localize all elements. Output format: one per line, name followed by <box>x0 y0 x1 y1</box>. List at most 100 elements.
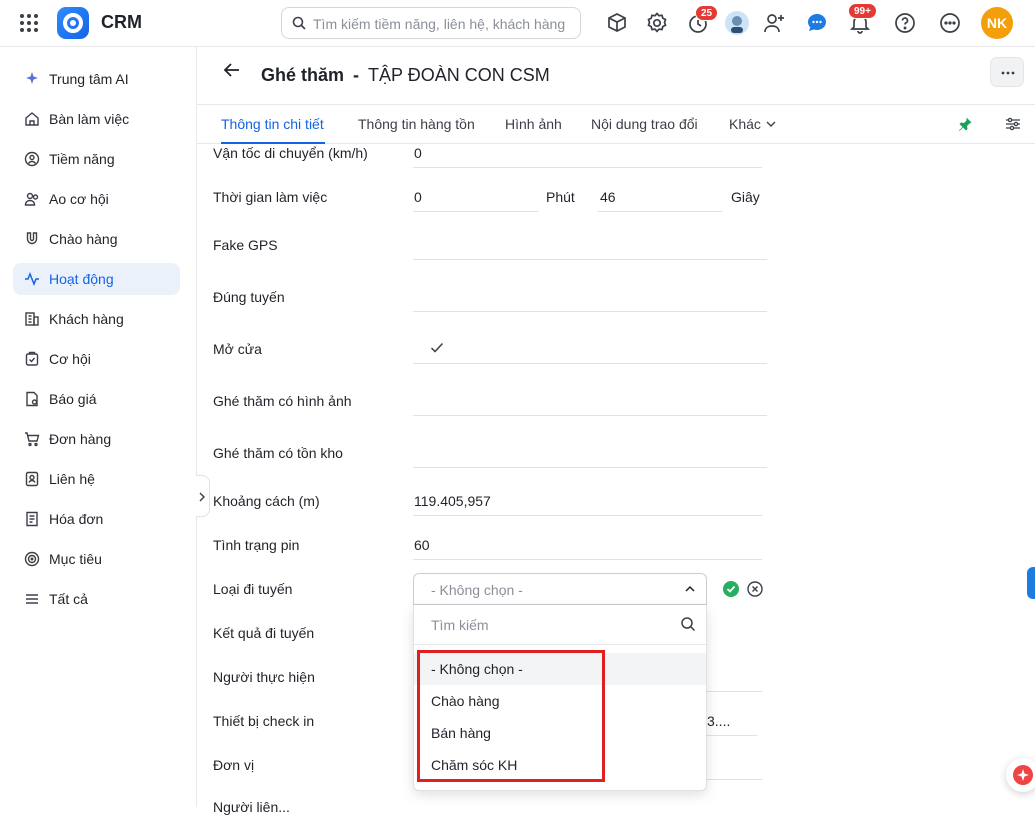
sidebar-item-offers[interactable]: Chào hàng <box>13 223 180 255</box>
sparkle-icon <box>1013 765 1033 785</box>
user-avatar[interactable]: NK <box>981 7 1013 39</box>
seconds-unit-label: Giây <box>731 189 760 205</box>
field-value-worktime-seconds[interactable]: 46 <box>600 189 616 205</box>
magnet-icon <box>26 232 38 245</box>
field-label-fake-gps: Fake GPS <box>213 237 278 253</box>
page-title-prefix: Ghé thăm <box>261 65 345 85</box>
search-icon <box>681 617 696 632</box>
field-value-distance[interactable]: 119.405,957 <box>414 493 491 509</box>
sidebar-item-ai-center[interactable]: Trung tâm AI <box>13 63 180 95</box>
field-value-worktime-minutes[interactable]: 0 <box>414 189 422 205</box>
field-label-battery: Tình trạng pin <box>213 537 300 553</box>
invoice-icon <box>26 511 38 527</box>
sidebar-collapse-handle[interactable] <box>196 475 210 517</box>
activity-icon <box>25 271 39 287</box>
field-label-performer: Người thực hiện <box>213 669 315 685</box>
tab-images[interactable]: Hình ảnh <box>505 116 562 132</box>
sidebar-item-label: Tiềm năng <box>49 151 115 167</box>
page-title-name: TẬP ĐOÀN CON CSM <box>368 65 550 85</box>
opportunity-icon <box>25 351 39 366</box>
pin-icon[interactable] <box>957 116 973 132</box>
more-options-icon[interactable] <box>938 11 962 35</box>
search-icon <box>292 16 306 30</box>
field-underline <box>413 363 767 364</box>
field-label-distance: Khoảng cách (m) <box>213 493 320 509</box>
timer-badge: 25 <box>695 5 719 21</box>
tab-details[interactable]: Thông tin chi tiết <box>221 116 324 132</box>
chevron-up-icon <box>685 585 695 592</box>
sidebar-item-all[interactable]: Tất cả <box>13 583 180 615</box>
side-panel-handle[interactable] <box>1027 567 1035 599</box>
building-icon <box>25 312 39 326</box>
route-type-selected: - Không chọn - <box>431 582 523 598</box>
field-label-partial: Người liên... <box>213 799 290 815</box>
field-value-battery[interactable]: 60 <box>414 537 430 553</box>
field-label-visit-image: Ghé thăm có hình ảnh <box>213 393 352 409</box>
dropdown-search-placeholder: Tìm kiếm <box>431 617 489 633</box>
add-user-icon[interactable] <box>762 11 786 35</box>
gear-icon[interactable] <box>645 11 669 35</box>
assistant-fab[interactable] <box>1006 758 1035 792</box>
sidebar-item-quotes[interactable]: Báo giá <box>13 383 180 415</box>
field-value-speed[interactable]: 0 <box>414 145 422 161</box>
sidebar-item-activities[interactable]: Hoạt động <box>13 263 180 295</box>
tab-other-label: Khác <box>729 116 761 132</box>
minutes-unit-label: Phút <box>546 189 575 205</box>
page-title: Ghé thăm - TẬP ĐOÀN CON CSM <box>261 65 550 86</box>
sidebar-item-workspace[interactable]: Bàn làm việc <box>13 103 180 135</box>
field-label-visit-stock: Ghé thăm có tồn kho <box>213 445 343 461</box>
cart-icon <box>25 432 40 447</box>
group-icon <box>24 192 39 206</box>
tab-inventory[interactable]: Thông tin hàng tồn <box>358 116 475 132</box>
ellipsis-icon <box>1001 71 1015 75</box>
chat-icon[interactable] <box>805 11 829 35</box>
sidebar-item-label: Đơn hàng <box>49 431 112 447</box>
search-input[interactable]: Tìm kiếm tiềm năng, liên hệ, khách hàng <box>281 7 581 39</box>
sidebar-item-contacts[interactable]: Liên hệ <box>13 463 180 495</box>
target-icon <box>24 551 40 567</box>
sidebar-item-label: Bàn làm việc <box>49 111 130 127</box>
field-label-speed: Vận tốc di chuyển (km/h) <box>213 145 368 161</box>
header-more-button[interactable] <box>990 57 1024 87</box>
bot-avatar-icon[interactable] <box>725 11 749 35</box>
prospect-icon <box>24 151 40 167</box>
sidebar-item-prospects[interactable]: Tiềm năng <box>13 143 180 175</box>
settings-sliders-icon[interactable] <box>1005 116 1021 132</box>
field-underline <box>413 467 767 468</box>
sidebar-item-invoices[interactable]: Hóa đơn <box>13 503 180 535</box>
box-search-icon[interactable] <box>605 11 629 35</box>
search-placeholder: Tìm kiếm tiềm năng, liên hệ, khách hàng <box>313 16 566 32</box>
back-arrow-icon[interactable] <box>220 58 244 82</box>
sidebar-item-opportunities[interactable]: Cơ hội <box>13 343 180 375</box>
menu-icon <box>26 594 38 604</box>
tab-discussion[interactable]: Nội dung trao đổi <box>591 116 698 132</box>
tab-other[interactable]: Khác <box>729 116 777 132</box>
field-value-device[interactable]: 3.... <box>707 713 730 729</box>
confirm-icon[interactable] <box>723 581 739 597</box>
page-title-separator: - <box>353 65 360 85</box>
home-icon <box>25 112 39 126</box>
sidebar-item-label: Hoạt động <box>49 271 114 287</box>
sidebar-item-customers[interactable]: Khách hàng <box>13 303 180 335</box>
cancel-icon[interactable] <box>746 580 764 598</box>
field-underline <box>598 211 722 212</box>
field-label-open: Mở cửa <box>213 341 262 357</box>
field-label-device: Thiết bị check in <box>213 713 315 729</box>
field-underline <box>413 415 767 416</box>
dropdown-search-input[interactable]: Tìm kiếm <box>414 605 706 645</box>
field-underline <box>413 211 538 212</box>
check-icon[interactable] <box>430 341 444 355</box>
sidebar-item-label: Tất cả <box>49 591 88 607</box>
sidebar-item-orders[interactable]: Đơn hàng <box>13 423 180 455</box>
route-type-select[interactable]: - Không chọn - <box>413 573 707 605</box>
help-icon[interactable] <box>893 11 917 35</box>
highlight-frame <box>417 650 605 782</box>
chevron-down-icon <box>766 121 776 127</box>
app-grid-icon[interactable] <box>19 13 39 33</box>
sidebar-item-goals[interactable]: Mục tiêu <box>13 543 180 575</box>
sidebar-item-opportunity-pool[interactable]: Ao cơ hội <box>13 183 180 215</box>
field-underline <box>413 311 767 312</box>
field-label-route-result: Kết quả đi tuyến <box>213 625 315 641</box>
crm-logo-icon[interactable] <box>57 7 89 39</box>
field-label-route-type: Loại đi tuyến <box>213 581 293 597</box>
